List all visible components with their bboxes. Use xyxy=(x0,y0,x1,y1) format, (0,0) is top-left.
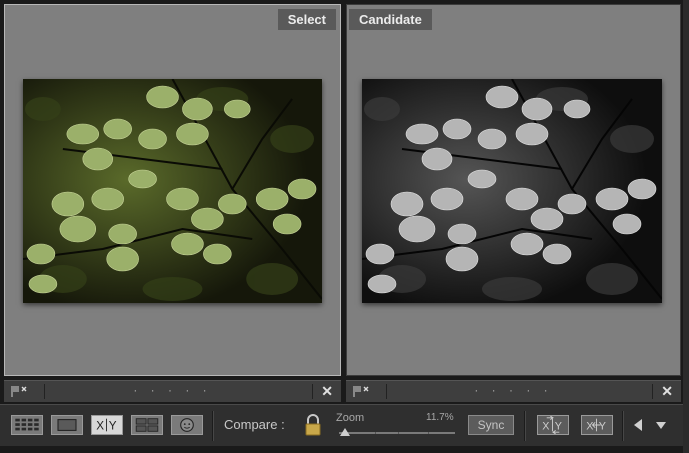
bottom-toolbar: X Y Compare : Zoom 11.7% Sync X Y X Y xyxy=(0,404,683,446)
survey-icon xyxy=(135,418,159,432)
make-select-xy-icon: X Y xyxy=(586,418,606,433)
zoom-tick xyxy=(398,432,399,434)
svg-text:Y: Y xyxy=(109,420,117,433)
close-icon[interactable]: ✕ xyxy=(661,383,673,400)
toolbar-separator xyxy=(212,411,214,441)
zoom-value: 11.7% xyxy=(426,412,454,423)
arrow-left-icon[interactable] xyxy=(631,418,645,432)
compare-label: Compare : xyxy=(224,417,285,432)
close-icon[interactable]: ✕ xyxy=(321,383,333,400)
toolbar-separator xyxy=(622,411,624,441)
strip-divider xyxy=(312,384,313,399)
star-rating[interactable]: · · · · · xyxy=(346,383,681,397)
compare-view-button[interactable]: X Y xyxy=(91,415,123,435)
grid-view-button[interactable] xyxy=(11,415,43,435)
chevron-down-icon[interactable] xyxy=(655,419,667,431)
select-photo[interactable] xyxy=(23,79,322,303)
strip-divider xyxy=(652,384,653,399)
zoom-tick xyxy=(428,432,429,434)
zoom-slider-thumb[interactable] xyxy=(340,428,350,436)
select-pane[interactable]: Select xyxy=(4,4,341,376)
select-info-strip: · · · · · ✕ xyxy=(4,380,341,402)
candidate-label: Candidate xyxy=(349,9,432,30)
swap-button[interactable]: X Y xyxy=(537,415,569,435)
right-panel-edge xyxy=(683,0,689,453)
make-select-button[interactable]: X Y xyxy=(581,415,613,435)
loupe-view-button[interactable] xyxy=(51,415,83,435)
grid-icon xyxy=(15,418,39,431)
face-icon xyxy=(180,418,194,432)
select-label: Select xyxy=(277,9,336,30)
lock-icon[interactable] xyxy=(303,414,323,436)
svg-text:X: X xyxy=(96,420,104,433)
svg-text:X: X xyxy=(586,421,593,433)
svg-text:Y: Y xyxy=(599,421,606,433)
candidate-info-strip: · · · · · ✕ xyxy=(346,380,681,402)
star-rating[interactable]: · · · · · xyxy=(4,383,341,397)
compare-xy-icon: X Y xyxy=(96,418,117,433)
toolbar-separator xyxy=(524,411,526,441)
loupe-icon xyxy=(57,419,77,431)
swap-xy-icon: X Y xyxy=(542,416,562,434)
sync-button[interactable]: Sync xyxy=(468,415,514,435)
zoom-label: Zoom xyxy=(336,412,365,424)
people-view-button[interactable] xyxy=(171,415,203,435)
candidate-pane[interactable]: Candidate xyxy=(346,4,681,376)
survey-view-button[interactable] xyxy=(131,415,163,435)
candidate-photo[interactable] xyxy=(362,79,662,303)
zoom-tick xyxy=(375,432,376,434)
zoom-slider[interactable] xyxy=(339,432,455,434)
svg-text:X: X xyxy=(542,421,549,433)
